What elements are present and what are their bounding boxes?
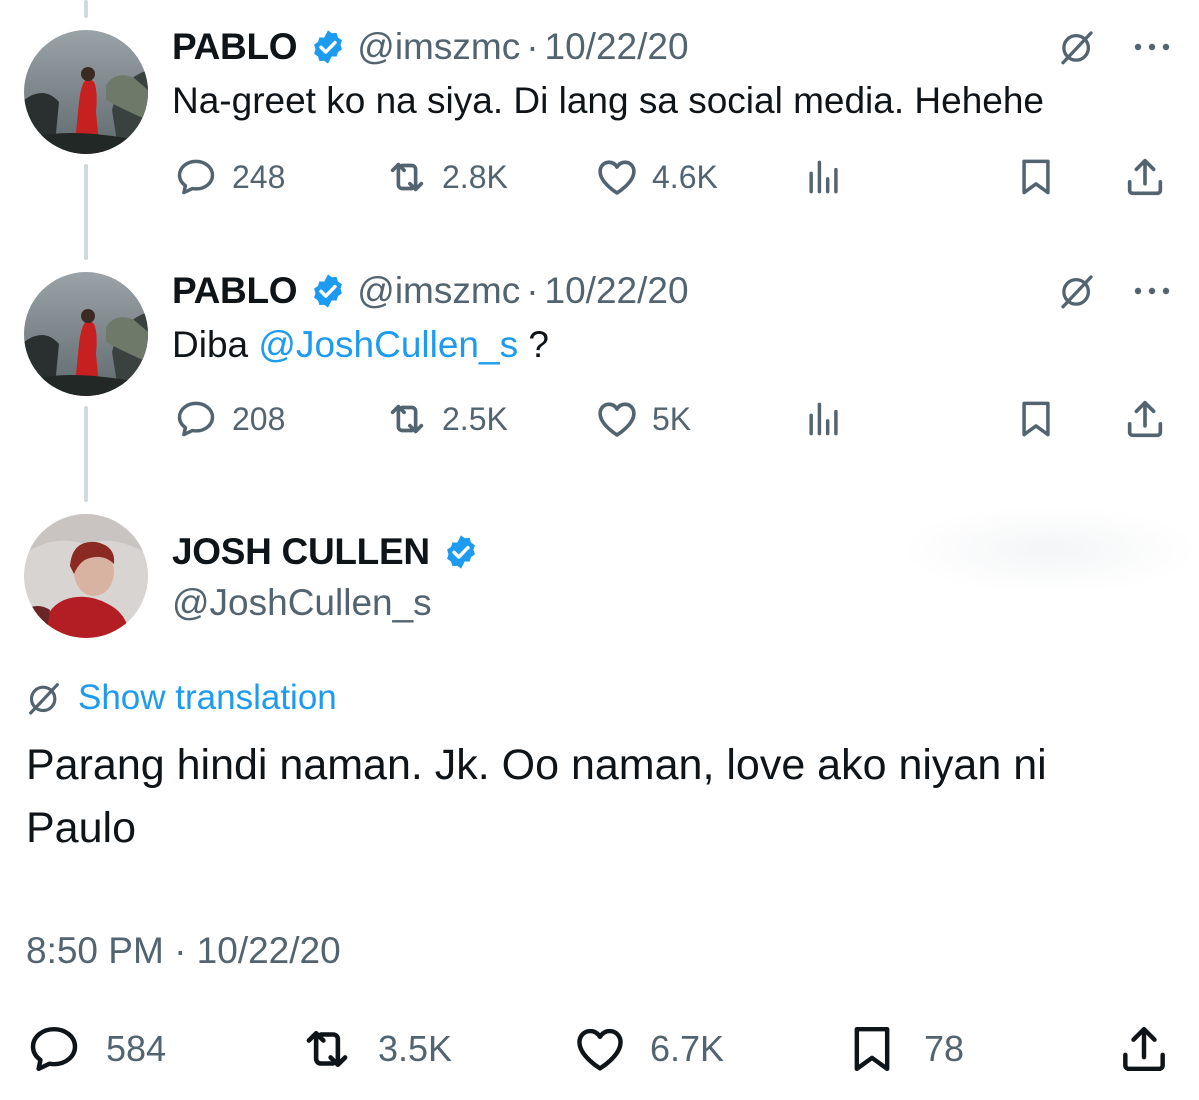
retweet-button[interactable]: 2.5K <box>384 394 508 444</box>
like-button[interactable]: 6.7K <box>572 1024 724 1074</box>
thread-line-1 <box>84 164 88 260</box>
retweet-button[interactable]: 2.8K <box>384 152 508 202</box>
reply-button[interactable]: 248 <box>174 152 285 202</box>
mention-link[interactable]: @JoshCullen_s <box>258 324 518 365</box>
like-count: 4.6K <box>652 158 718 195</box>
reply-button[interactable]: 584 <box>26 1024 166 1074</box>
avatar-image <box>24 272 148 396</box>
thread-line-top <box>84 0 88 18</box>
tweet-text: Diba @JoshCullen_s ? <box>172 324 549 366</box>
thread-line-2 <box>84 406 88 502</box>
separator: · <box>526 270 539 311</box>
tweet-text-suffix: ? <box>518 324 549 365</box>
bookmark-button[interactable] <box>1014 152 1058 202</box>
like-button[interactable]: 4.6K <box>594 152 718 202</box>
views-icon <box>802 397 846 441</box>
retweet-button[interactable]: 3.5K <box>298 1024 452 1074</box>
background-smudge <box>900 505 1199 595</box>
tweet-text: Na-greet ko na siya. Di lang sa social m… <box>172 80 1045 121</box>
bookmark-icon <box>1014 155 1058 199</box>
tweet-header-icons <box>1056 22 1172 72</box>
more-icon[interactable] <box>1132 41 1172 53</box>
share-button[interactable] <box>1116 1024 1172 1074</box>
verified-badge-icon <box>309 28 347 66</box>
views-button[interactable] <box>802 152 846 202</box>
reply-count: 208 <box>232 400 286 437</box>
handle[interactable]: @imszmc <box>357 270 520 312</box>
retweet-count: 2.5K <box>442 400 508 437</box>
tweet-timestamp[interactable]: 8:50 PM · 10/22/20 <box>26 930 341 972</box>
verified-badge-icon <box>309 272 347 310</box>
show-translation-label: Show translation <box>78 678 337 717</box>
retweet-count: 2.8K <box>442 158 508 195</box>
like-count: 5K <box>652 400 692 437</box>
reply-count: 248 <box>232 158 286 195</box>
share-icon <box>1122 396 1168 442</box>
display-name[interactable]: PABLO <box>172 270 298 312</box>
grok-icon[interactable] <box>1056 26 1098 68</box>
tweet-date[interactable]: 10/22/20 <box>545 270 689 312</box>
grok-icon[interactable] <box>1056 270 1098 312</box>
main-tweet-header: JOSH CULLEN <box>172 527 490 577</box>
tweet-header-icons <box>1056 266 1172 316</box>
display-name[interactable]: JOSH CULLEN <box>172 531 430 573</box>
share-button[interactable] <box>1122 152 1168 202</box>
display-name[interactable]: PABLO <box>172 26 298 68</box>
main-tweet-handle-row: @JoshCullen_s <box>172 578 432 628</box>
grok-icon <box>24 678 64 718</box>
like-count: 6.7K <box>650 1028 725 1069</box>
reply-icon <box>26 1021 82 1077</box>
share-button[interactable] <box>1122 394 1168 444</box>
main-tweet-text: Parang hindi naman. Jk. Oo naman, love a… <box>26 741 1047 852</box>
heart-icon <box>572 1021 628 1077</box>
tweet-text-prefix: Diba <box>172 324 259 365</box>
avatar[interactable] <box>24 30 148 154</box>
bookmark-button[interactable] <box>1014 394 1058 444</box>
like-button[interactable]: 5K <box>594 394 691 444</box>
heart-icon <box>594 154 640 200</box>
bookmark-button[interactable]: 78 <box>844 1024 964 1074</box>
share-icon <box>1122 154 1168 200</box>
reply-button[interactable]: 208 <box>174 394 285 444</box>
handle[interactable]: @imszmc <box>357 26 520 68</box>
reply-icon <box>174 397 218 441</box>
views-button[interactable] <box>802 394 846 444</box>
avatar-image <box>24 30 148 154</box>
verified-badge-icon <box>442 533 480 571</box>
handle[interactable]: @JoshCullen_s <box>172 582 432 624</box>
avatar[interactable] <box>24 272 148 396</box>
separator: · <box>526 26 539 67</box>
tweet-date[interactable]: 10/22/20 <box>545 26 689 68</box>
show-translation-button[interactable]: Show translation <box>24 674 337 722</box>
bookmark-icon <box>1014 397 1058 441</box>
retweet-icon <box>384 154 430 200</box>
main-avatar[interactable] <box>24 514 148 638</box>
bookmark-icon <box>844 1021 900 1077</box>
retweet-icon <box>298 1020 356 1078</box>
share-icon <box>1116 1021 1172 1077</box>
bookmark-count: 78 <box>924 1028 965 1069</box>
reply-count: 584 <box>106 1028 167 1069</box>
retweet-count: 3.5K <box>378 1028 453 1069</box>
more-icon[interactable] <box>1132 285 1172 297</box>
avatar-image <box>24 514 148 638</box>
views-icon <box>802 155 846 199</box>
heart-icon <box>594 396 640 442</box>
reply-icon <box>174 155 218 199</box>
tweet-header: PABLO @imszmc · 10/22/20 <box>172 22 689 72</box>
tweet-header: PABLO @imszmc · 10/22/20 <box>172 266 689 316</box>
retweet-icon <box>384 396 430 442</box>
